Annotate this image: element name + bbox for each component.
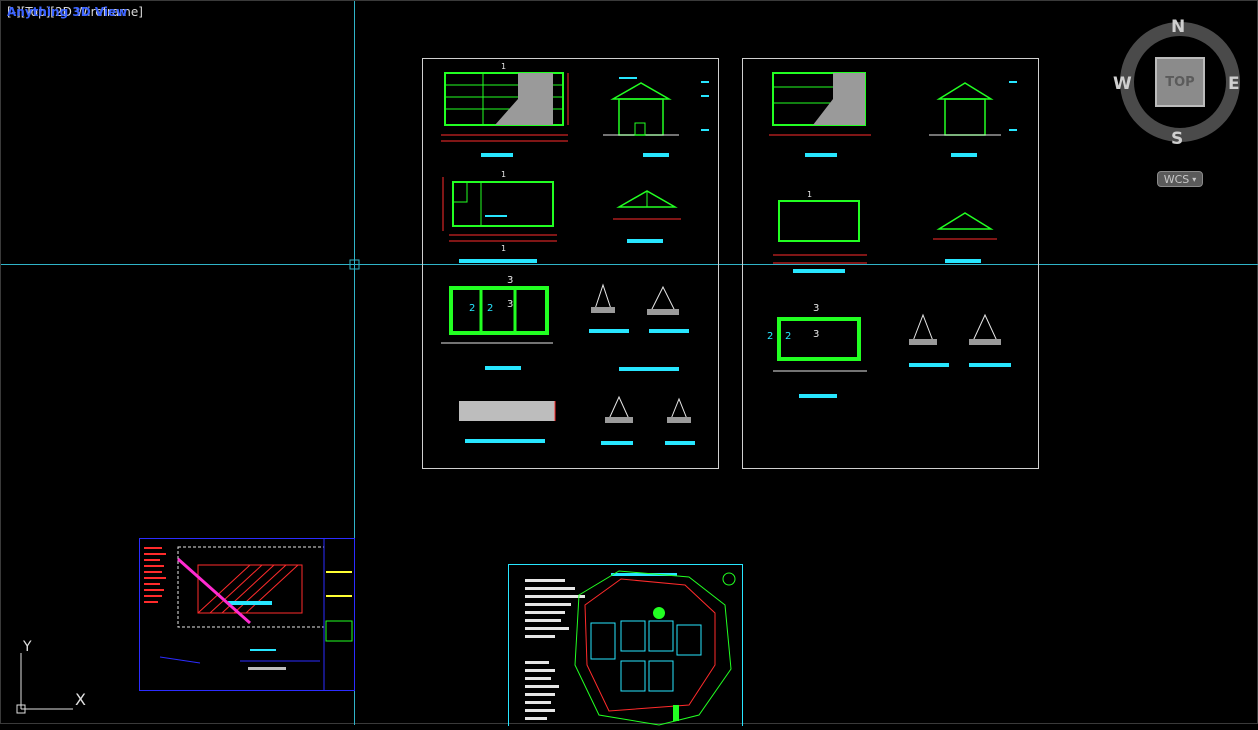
svg-text:3: 3 bbox=[813, 329, 819, 340]
svg-text:2: 2 bbox=[785, 331, 791, 342]
wcs-label: WCS bbox=[1163, 172, 1190, 186]
svg-text:2: 2 bbox=[487, 303, 493, 314]
svg-text:3: 3 bbox=[813, 303, 819, 314]
viewport-label-overlay: Anything 3D View bbox=[7, 5, 128, 19]
chevron-down-icon: ▾ bbox=[1192, 174, 1197, 184]
roof-truss-section bbox=[933, 212, 997, 263]
foundation-plan: 2 2 3 3 bbox=[767, 303, 867, 398]
svg-text:1: 1 bbox=[501, 62, 506, 71]
svg-text:1: 1 bbox=[501, 170, 506, 179]
master-plan-drawing bbox=[525, 570, 736, 726]
site-plan-sheet bbox=[139, 538, 355, 691]
master-plan-sheet bbox=[508, 564, 743, 726]
viewport-controls-label[interactable]: [-][Top][2D Wireframe] Anything 3D View bbox=[7, 5, 143, 19]
compass-east[interactable]: E bbox=[1228, 74, 1240, 94]
svg-text:2: 2 bbox=[767, 331, 773, 342]
compass-north[interactable]: N bbox=[1171, 17, 1185, 37]
sheet-1-drawings: 1 1 1 2 2 3 3 bbox=[441, 62, 709, 445]
svg-text:1: 1 bbox=[807, 190, 812, 199]
drawing-sheet-2: 1 2 2 3 3 bbox=[742, 58, 1039, 469]
elevation-view bbox=[603, 77, 709, 157]
model-viewport[interactable]: [-][Top][2D Wireframe] Anything 3D View … bbox=[0, 0, 1258, 726]
ucs-x-label: X bbox=[75, 690, 86, 709]
drawing-sheet-1: 1 1 1 2 2 3 3 bbox=[422, 58, 719, 469]
floor-plan: 1 1 bbox=[442, 170, 557, 263]
footing-details bbox=[589, 283, 689, 371]
compass-west[interactable]: W bbox=[1113, 74, 1132, 94]
roof-truss-section bbox=[613, 190, 681, 243]
site-plan-drawing bbox=[144, 539, 353, 690]
compass-south[interactable]: S bbox=[1171, 129, 1183, 149]
ucs-y-label: Y bbox=[22, 639, 32, 655]
svg-text:2: 2 bbox=[469, 303, 475, 314]
elevation-view bbox=[929, 81, 1017, 157]
roof-framing-plan bbox=[769, 72, 871, 157]
wall-elevation bbox=[459, 395, 695, 445]
svg-text:3: 3 bbox=[507, 275, 513, 286]
sheet-2-drawings: 1 2 2 3 3 bbox=[767, 72, 1017, 398]
foundation-plan: 2 2 3 3 bbox=[441, 275, 553, 370]
svg-text:3: 3 bbox=[507, 299, 513, 310]
viewcube-top-face[interactable]: TOP bbox=[1155, 57, 1205, 107]
wcs-menu-button[interactable]: WCS ▾ bbox=[1157, 171, 1203, 187]
roof-framing-plan: 1 bbox=[441, 62, 569, 157]
floor-plan: 1 bbox=[773, 190, 867, 273]
footing-details bbox=[909, 313, 1011, 367]
ucs-icon: Y X bbox=[11, 637, 101, 717]
viewcube[interactable]: TOP N S E W WCS ▾ bbox=[1111, 17, 1246, 192]
svg-text:1: 1 bbox=[501, 244, 506, 253]
